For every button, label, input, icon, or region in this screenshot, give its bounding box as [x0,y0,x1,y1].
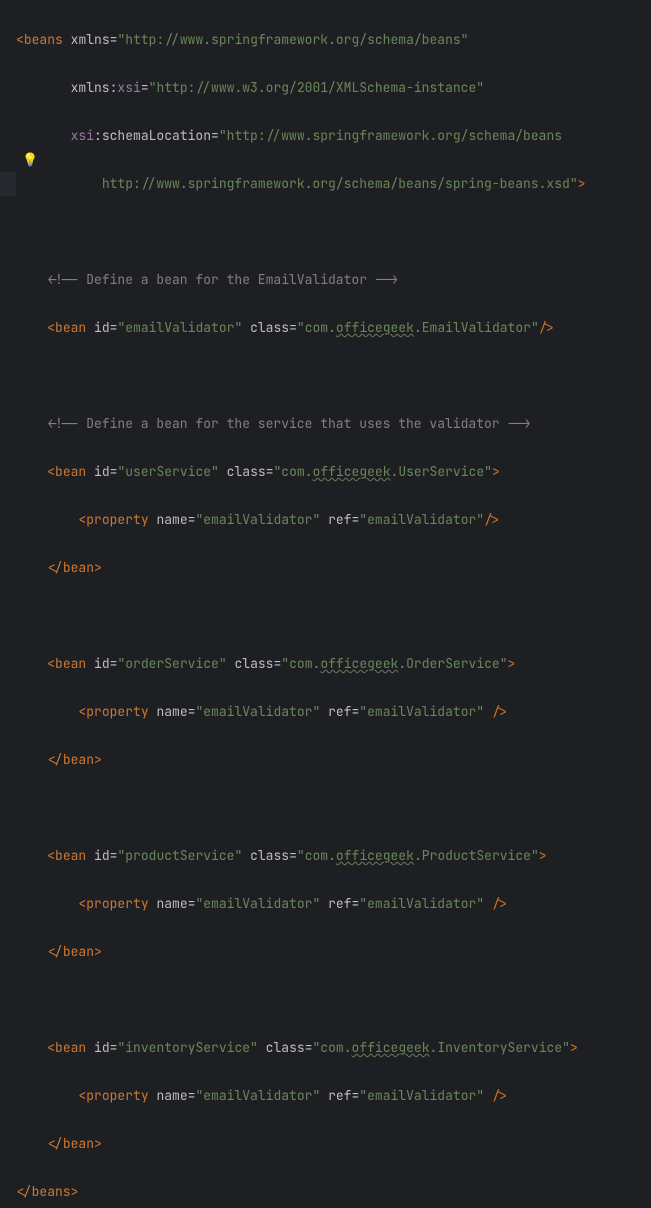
code-editor[interactable]: <beans xmlns="http://www.springframework… [0,0,651,1208]
blank-line [16,988,651,1012]
attr-class: class [250,847,289,864]
code-line: </bean> [16,1132,651,1156]
blank-line [16,796,651,820]
code-line: http://www.springframework.org/schema/be… [16,172,651,196]
tag-property: property [86,1087,148,1104]
code-line: <property name="emailValidator" ref="ema… [16,700,651,724]
tag-property: property [86,511,148,528]
blank-line [16,220,651,244]
code-line: <beans xmlns="http://www.springframework… [16,28,651,52]
attr-ref: ref [328,1087,351,1104]
attr-class: class [266,1039,305,1056]
code-line: </bean> [16,748,651,772]
tag-bean: bean [55,847,86,864]
attr-xmlns-prefix: xmlns: [71,79,118,96]
prop-name-value: "emailValidator" [195,703,320,720]
tag-beans-close: beans [32,1183,71,1200]
blank-line [16,604,651,628]
angle-open: < [16,31,24,48]
prop-ref-value: "emailValidator" [359,1087,484,1104]
code-line: </bean> [16,940,651,964]
tag-property: property [86,895,148,912]
attr-ref: ref [328,703,351,720]
prop-name-value: "emailValidator" [195,895,320,912]
attr-schemalocation: schemaLocation [102,127,211,144]
pkg-officegeek-warn: officegeek [336,847,414,864]
attr-id: id [94,1039,110,1056]
attr-id: id [94,655,110,672]
prop-ref-value: "emailValidator" [359,511,484,528]
prop-name-value: "emailValidator" [195,511,320,528]
attr-id: id [94,847,110,864]
attr-name: name [156,1087,187,1104]
code-line: <!-- Define a bean for the service that … [16,412,651,436]
schema-url-1: "http://www.springframework.org/schema/b… [219,127,562,144]
pkg-officegeek-warn: officegeek [352,1039,430,1056]
comment-service-validator: <!-- Define a bean for the service that … [16,415,531,432]
id-productservice: "productService" [117,847,242,864]
code-line: xmlns:xsi="http://www.w3.org/2001/XMLSch… [16,76,651,100]
ns-xsi: xsi [117,79,140,96]
angle-close: > [578,175,586,192]
tag-bean-close: bean [63,751,94,768]
tag-bean: bean [55,463,86,480]
code-line: <property name="emailValidator" ref="ema… [16,892,651,916]
xmlns-value: "http://www.springframework.org/schema/b… [117,31,468,48]
pkg-officegeek-warn: officegeek [313,463,391,480]
schema-url-2: http://www.springframework.org/schema/be… [102,175,578,192]
id-userservice: "userService" [117,463,218,480]
attr-name: name [156,895,187,912]
tag-bean: bean [55,319,86,336]
pkg-officegeek-warn: officegeek [336,319,414,336]
id-orderservice: "orderService" [117,655,226,672]
tag-bean-close: bean [63,559,94,576]
tag-bean-close: bean [63,1135,94,1152]
code-line: </bean> [16,556,651,580]
attr-name: name [156,703,187,720]
code-line: <bean id="productService" class="com.off… [16,844,651,868]
attr-class: class [234,655,273,672]
prop-name-value: "emailValidator" [195,1087,320,1104]
code-line: </beans> [16,1180,651,1204]
prop-ref-value: "emailValidator" [359,895,484,912]
comment-email-validator: <!-- Define a bean for the EmailValidato… [16,271,398,288]
code-line: <bean id="userService" class="com.office… [16,460,651,484]
attr-id: id [94,463,110,480]
id-emailvalidator: "emailValidator" [117,319,242,336]
code-line: xsi:schemaLocation="http://www.springfra… [16,124,651,148]
code-line: <bean id="emailValidator" class="com.off… [16,316,651,340]
attr-class: class [227,463,266,480]
code-line: <property name="emailValidator" ref="ema… [16,1084,651,1108]
attr-id: id [94,319,110,336]
attr-ref: ref [328,511,351,528]
tag-bean-close: bean [63,943,94,960]
tag-bean: bean [55,655,86,672]
attr-xmlns: xmlns [71,31,110,48]
attr-name: name [156,511,187,528]
tag-property: property [86,703,148,720]
code-line: <property name="emailValidator" ref="ema… [16,508,651,532]
tag-bean: bean [55,1039,86,1056]
id-inventoryservice: "inventoryService" [117,1039,257,1056]
attr-class: class [250,319,289,336]
tag-beans: beans [24,31,63,48]
blank-line [16,364,651,388]
attr-ref: ref [328,895,351,912]
prop-ref-value: "emailValidator" [359,703,484,720]
code-line: <bean id="orderService" class="com.offic… [16,652,651,676]
code-line: <bean id="inventoryService" class="com.o… [16,1036,651,1060]
xsi-value: "http://www.w3.org/2001/XMLSchema-instan… [149,79,484,96]
ns-xsi: xsi [71,127,94,144]
code-line: <!-- Define a bean for the EmailValidato… [16,268,651,292]
pkg-officegeek-warn: officegeek [320,655,398,672]
